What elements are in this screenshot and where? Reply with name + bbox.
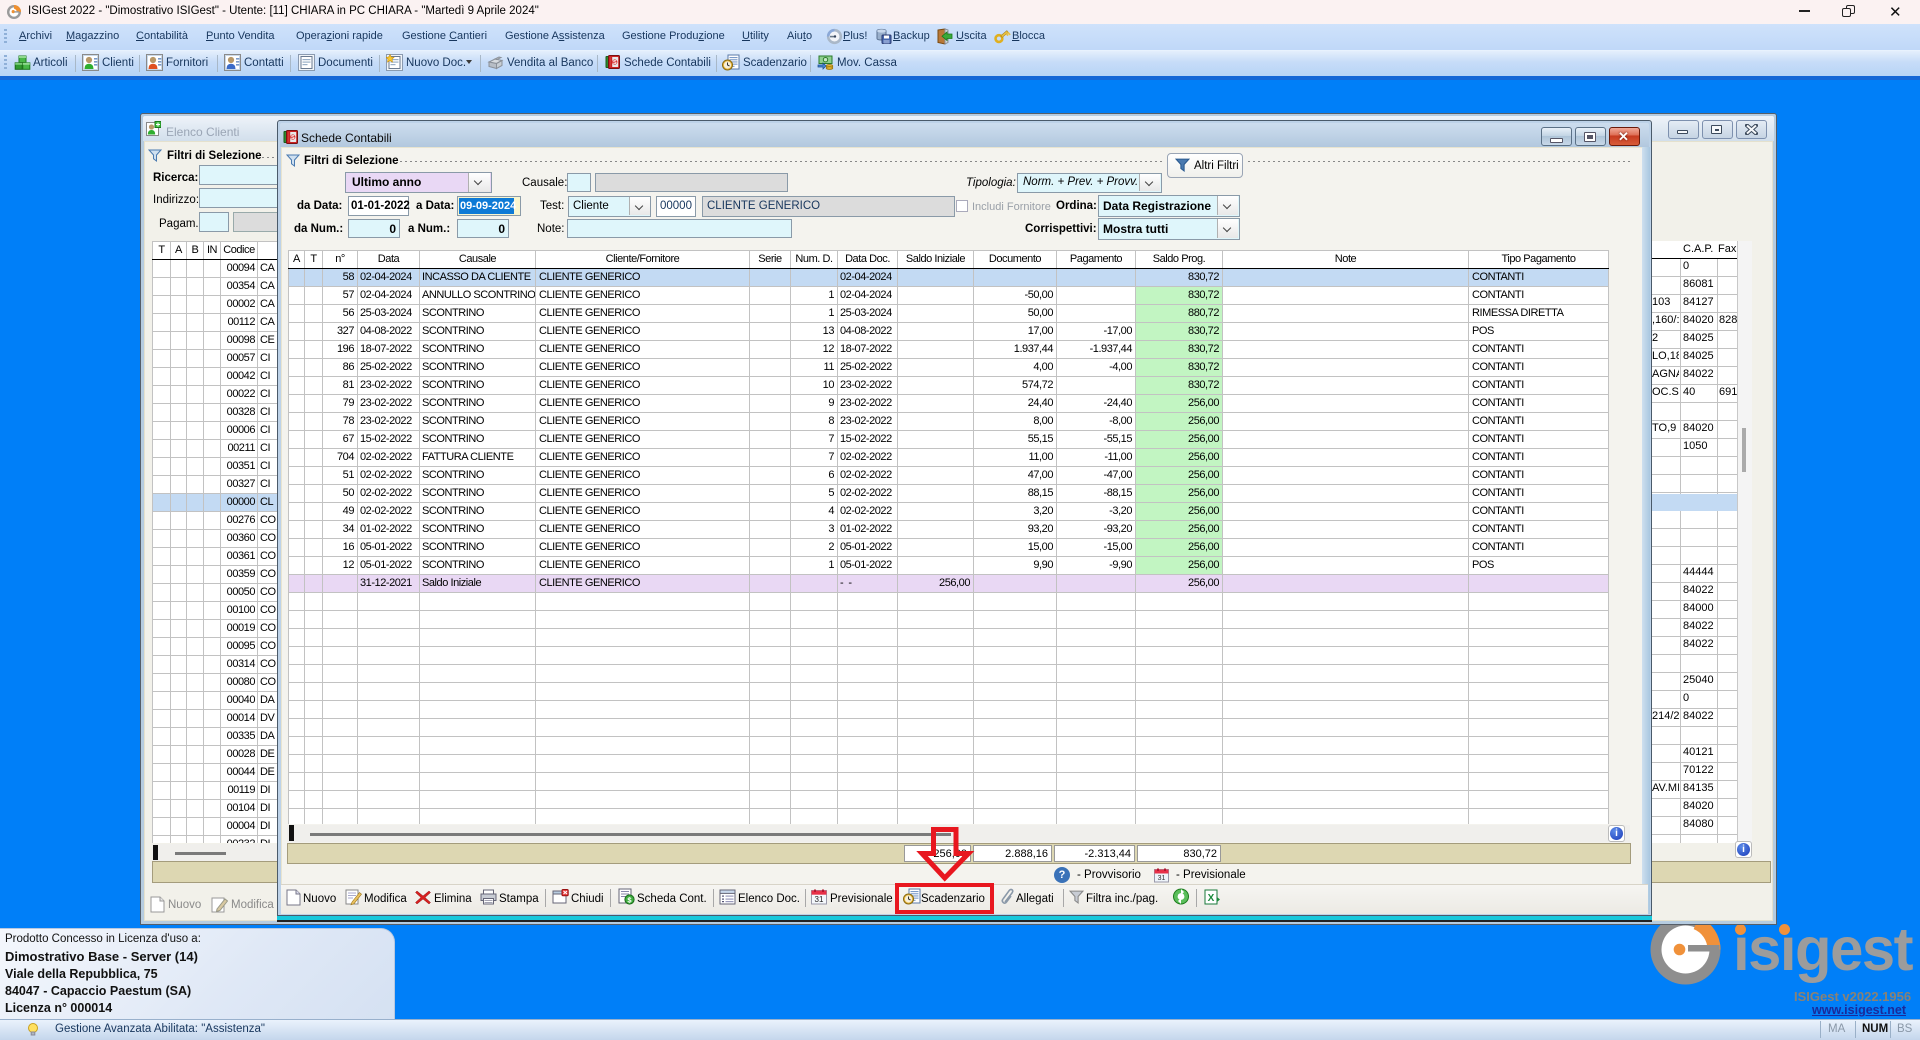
svg-text:X: X (1208, 893, 1215, 904)
svg-text:31: 31 (815, 895, 824, 904)
svg-text:S: S (613, 60, 617, 66)
svg-text:31: 31 (1158, 875, 1166, 882)
svg-text:S: S (291, 135, 295, 141)
